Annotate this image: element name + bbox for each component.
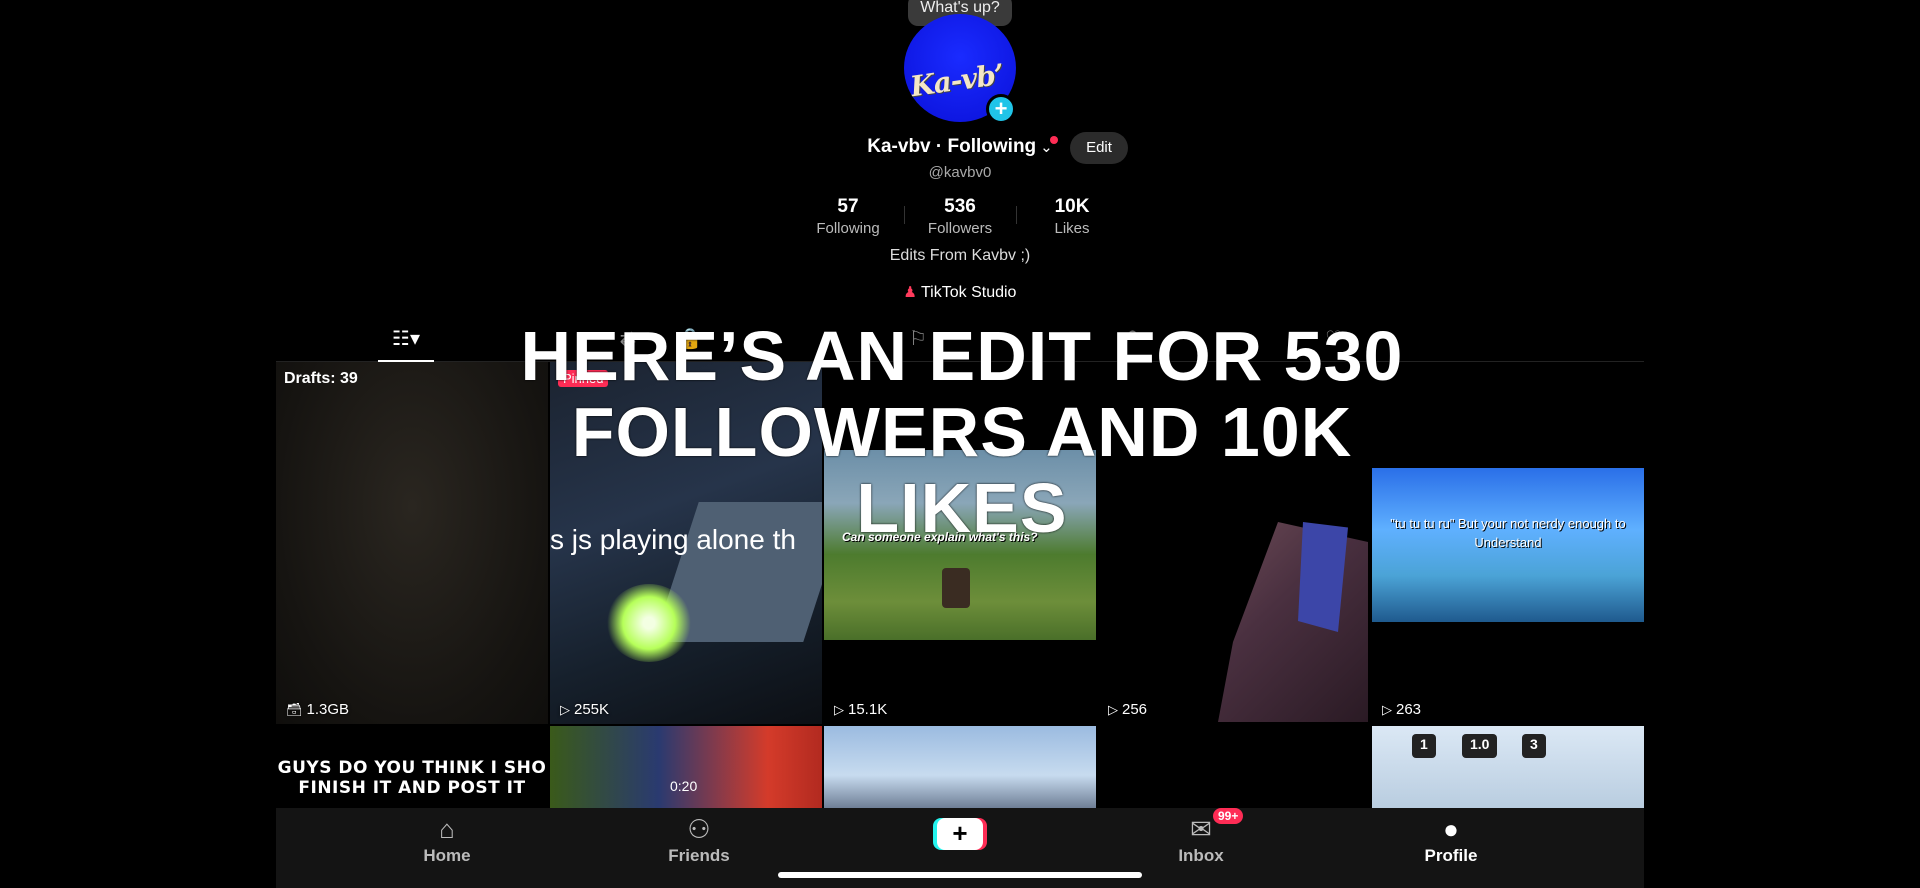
thumbnail-character — [942, 568, 970, 608]
inbox-badge: 99+ — [1213, 808, 1244, 824]
tiktok-studio-link[interactable]: ♟ TikTok Studio — [276, 283, 1644, 302]
tab-videos-grid-icon[interactable]: ☷▾ — [386, 326, 426, 351]
nav-label: Home — [423, 846, 471, 865]
video-tile[interactable] — [824, 726, 1096, 808]
edit-button[interactable]: Edit — [1070, 132, 1128, 164]
drafts-size-text: 1.3GB — [306, 701, 350, 718]
play-icon: ▷ — [560, 702, 570, 717]
view-count-text: 15.1K — [848, 701, 888, 718]
studio-label: TikTok Studio — [921, 284, 1017, 301]
video-tile[interactable]: 1 1.0 3 — [1372, 726, 1644, 808]
nav-label: Inbox — [1178, 846, 1224, 865]
nav-label: Friends — [668, 846, 730, 865]
display-name[interactable]: Ka-vbv · Following — [867, 136, 1036, 158]
stat-label: Following — [816, 220, 880, 237]
view-count-text: 256 — [1122, 701, 1148, 718]
play-icon: ▷ — [1382, 702, 1392, 717]
studio-icon: ♟ — [903, 284, 917, 301]
thumbnail-chip: 1 — [1412, 734, 1436, 758]
home-indicator[interactable] — [778, 872, 1142, 878]
thumbnail-glow — [606, 584, 692, 662]
view-count: ▷ 255K — [560, 701, 609, 718]
video-tile[interactable]: GUYS DO YOU THINK I SHO FINISH IT AND PO… — [276, 726, 548, 808]
caption-overlay: HERE’S AN EDIT FOR 530 FOLLOWERS AND 10K… — [520, 317, 1404, 547]
add-story-icon[interactable]: + — [986, 94, 1016, 124]
thumbnail-chip: 1.0 — [1462, 734, 1498, 758]
thumbnail-timer: 0:20 — [670, 778, 698, 794]
nav-inbox[interactable]: ✉ Inbox 99+ — [1146, 808, 1256, 866]
profile-stats: 57 Following 536 Followers 10K Likes — [792, 196, 1128, 240]
stat-value: 536 — [944, 196, 976, 217]
notification-dot — [1050, 136, 1058, 144]
nav-profile[interactable]: ● Profile — [1396, 814, 1506, 866]
tiktok-profile-screen: What's up? Ka-vb’ + Ka-vbv · Following ⌄ … — [276, 0, 1644, 888]
stat-followers[interactable]: 536 Followers — [904, 196, 1016, 240]
stat-label: Followers — [927, 220, 993, 237]
stat-likes[interactable]: 10K Likes — [1016, 196, 1128, 240]
view-count-text: 255K — [574, 701, 610, 718]
friends-icon: ⚇ — [687, 814, 711, 844]
stat-following[interactable]: 57 Following — [792, 196, 904, 240]
name-row: Ka-vbv · Following ⌄ — [276, 136, 1644, 158]
folder-icon: 🗃 — [286, 702, 303, 717]
nav-home[interactable]: ⌂ Home — [392, 814, 502, 866]
view-count: ▷ 256 — [1108, 701, 1147, 718]
thumbnail-text: GUYS DO YOU THINK I SHO FINISH IT AND PO… — [277, 758, 547, 798]
play-icon: ▷ — [1108, 702, 1118, 717]
nav-friends[interactable]: ⚇ Friends — [644, 814, 754, 866]
view-count: ▷ 263 — [1382, 701, 1421, 718]
handle: @kavbv0 — [928, 164, 992, 181]
view-count: ▷ 15.1K — [834, 701, 887, 718]
view-count-text: 263 — [1396, 701, 1422, 718]
home-icon: ⌂ — [439, 814, 455, 844]
stat-value: 10K — [1054, 196, 1090, 217]
video-tile[interactable] — [1098, 726, 1370, 808]
stat-value: 57 — [837, 196, 859, 217]
drafts-size: 🗃 1.3GB — [286, 701, 349, 718]
profile-icon: ● — [1443, 814, 1459, 844]
drafts-label: Drafts: 39 — [284, 370, 358, 387]
nav-label: Profile — [1424, 846, 1478, 865]
thumbnail-chip: 3 — [1522, 734, 1546, 758]
play-icon: ▷ — [834, 702, 844, 717]
bio: Edits From Kavbv ;) — [889, 247, 1031, 264]
create-button[interactable]: + — [937, 818, 983, 850]
video-tile[interactable]: 0:20 — [550, 726, 822, 808]
stat-label: Likes — [1054, 220, 1090, 237]
